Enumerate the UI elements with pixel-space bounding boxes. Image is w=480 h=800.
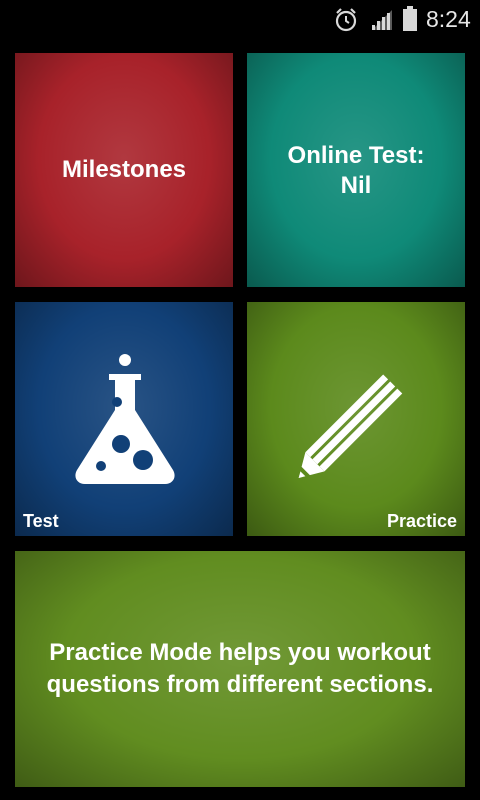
online-test-status: Nil bbox=[340, 172, 372, 199]
signal-icon bbox=[372, 10, 392, 30]
online-test-tile[interactable]: Online Test: Nil bbox=[247, 53, 465, 287]
pencil-icon bbox=[298, 374, 403, 479]
online-test-title: Online Test: bbox=[287, 142, 425, 169]
alarm-icon bbox=[335, 8, 357, 32]
milestones-tile[interactable]: Milestones bbox=[15, 53, 233, 287]
practice-info-line-1: Practice Mode helps you workout bbox=[49, 639, 431, 666]
flask-icon bbox=[75, 354, 175, 484]
status-bar: 8:24 bbox=[0, 0, 480, 38]
test-label: Test bbox=[23, 511, 59, 531]
battery-icon bbox=[403, 6, 417, 31]
milestones-label: Milestones bbox=[61, 156, 187, 183]
home-screen: 8:24 Milestones Online Test: Nil Test Pr… bbox=[0, 0, 480, 800]
practice-tile[interactable]: Practice bbox=[247, 302, 465, 536]
practice-info-line-2: questions from different sections. bbox=[46, 671, 434, 698]
test-tile[interactable]: Test bbox=[15, 302, 233, 536]
practice-label: Practice bbox=[386, 511, 457, 531]
online-test-label: Online Test: Nil bbox=[247, 141, 465, 201]
practice-info-tile: Practice Mode helps you workout question… bbox=[15, 551, 465, 787]
practice-info-text: Practice Mode helps you workout question… bbox=[15, 637, 465, 701]
status-time: 8:24 bbox=[426, 6, 471, 32]
